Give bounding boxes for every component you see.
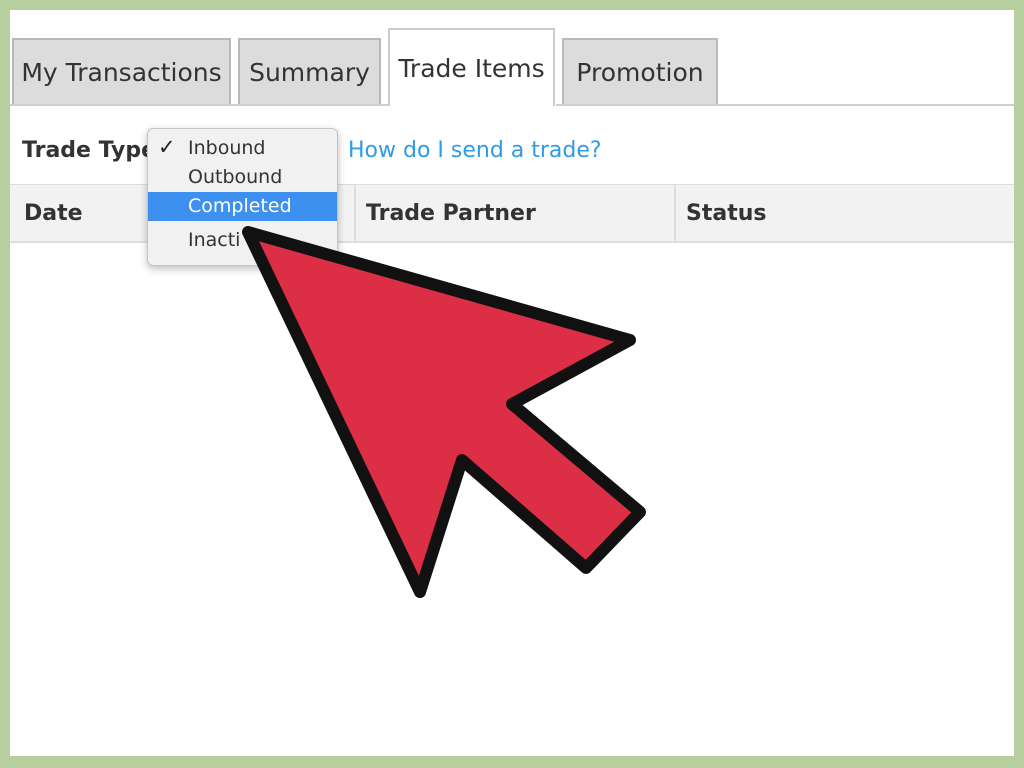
tab-underline-left <box>10 104 388 106</box>
column-divider <box>674 185 676 241</box>
option-label: Outbound <box>188 166 283 188</box>
tab-my-transactions[interactable]: My Transactions <box>12 38 231 104</box>
tab-summary[interactable]: Summary <box>238 38 381 104</box>
option-inbound[interactable]: ✓ Inbound <box>148 134 337 163</box>
page-frame: My Transactions Summary Trade Items Prom… <box>10 10 1014 756</box>
column-trade-partner[interactable]: Trade Partner <box>366 185 536 241</box>
checkmark-icon: ✓ <box>158 135 176 159</box>
option-outbound[interactable]: Outbound <box>148 163 337 192</box>
option-completed[interactable]: Completed <box>148 192 337 221</box>
option-label: Inacti <box>188 229 241 251</box>
column-divider <box>354 185 356 241</box>
tab-promotion[interactable]: Promotion <box>562 38 718 104</box>
trade-type-dropdown[interactable]: ✓ Inbound Outbound Completed Inacti <box>147 128 338 266</box>
option-label: Completed <box>188 195 292 217</box>
trade-type-label: Trade Type <box>22 138 157 163</box>
option-label: Inbound <box>188 137 266 159</box>
tab-underline <box>556 104 1014 106</box>
option-inactive[interactable]: Inacti <box>148 226 337 255</box>
column-status[interactable]: Status <box>686 185 766 241</box>
how-to-send-trade-link[interactable]: How do I send a trade? <box>348 138 602 163</box>
tab-bar: My Transactions Summary Trade Items Prom… <box>10 10 1014 106</box>
column-date[interactable]: Date <box>24 185 83 241</box>
tab-trade-items[interactable]: Trade Items <box>388 28 555 106</box>
